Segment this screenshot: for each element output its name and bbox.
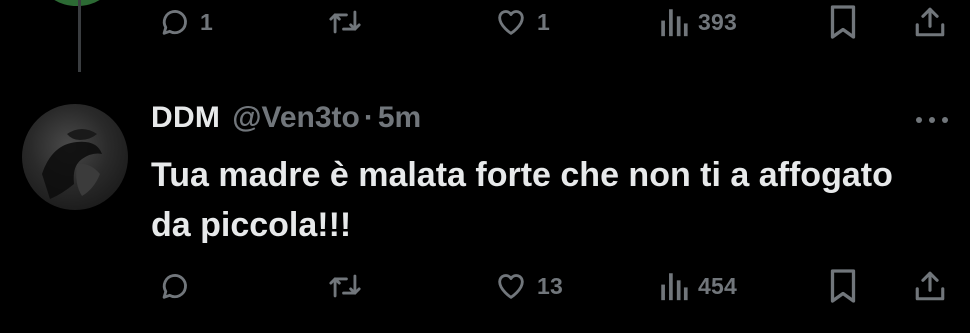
like-count: 1 bbox=[537, 8, 550, 35]
retweet-icon bbox=[329, 10, 361, 34]
more-icon bbox=[916, 117, 948, 123]
bookmark-button[interactable] bbox=[828, 0, 858, 44]
reply-button[interactable] bbox=[157, 264, 200, 308]
bookmark-icon bbox=[830, 5, 856, 39]
retweet-button[interactable] bbox=[327, 0, 372, 44]
views-button[interactable]: 393 bbox=[659, 0, 737, 44]
share-button[interactable] bbox=[913, 0, 947, 44]
bookmark-button[interactable] bbox=[828, 264, 858, 308]
more-options-button[interactable] bbox=[912, 110, 952, 130]
views-button[interactable]: 454 bbox=[659, 264, 737, 308]
like-button[interactable]: 1 bbox=[494, 0, 550, 44]
share-button[interactable] bbox=[913, 264, 947, 308]
avatar-photo bbox=[42, 129, 102, 199]
heart-icon bbox=[498, 274, 524, 299]
user-avatar[interactable] bbox=[22, 104, 128, 210]
reply-button[interactable]: 1 bbox=[157, 0, 213, 44]
like-button[interactable]: 13 bbox=[494, 264, 563, 308]
retweet-button[interactable] bbox=[327, 264, 372, 308]
user-handle[interactable]: @Ven3to bbox=[232, 101, 360, 135]
reply-tweet-action-bar: 13 454 bbox=[0, 264, 970, 308]
reply-icon bbox=[162, 10, 187, 35]
tweet-header: DDM @Ven3to · 5m bbox=[151, 101, 421, 135]
share-icon bbox=[915, 271, 945, 301]
reply-icon bbox=[162, 274, 187, 299]
tweet-timestamp[interactable]: 5m bbox=[378, 101, 421, 135]
share-icon bbox=[915, 7, 945, 37]
tweet-text: Tua madre è malata forte che non ti a af… bbox=[151, 156, 893, 244]
header-separator: · bbox=[363, 101, 374, 134]
view-count: 393 bbox=[698, 8, 737, 35]
bookmark-icon bbox=[830, 269, 856, 303]
retweet-icon bbox=[329, 274, 361, 298]
previous-tweet-action-bar: 1 1 393 bbox=[0, 0, 970, 44]
display-name[interactable]: DDM bbox=[151, 101, 220, 135]
reply-count: 1 bbox=[200, 8, 213, 35]
heart-icon bbox=[498, 10, 524, 35]
views-icon bbox=[661, 273, 688, 301]
like-count: 13 bbox=[537, 272, 563, 299]
views-icon bbox=[661, 9, 688, 37]
view-count: 454 bbox=[698, 272, 737, 299]
